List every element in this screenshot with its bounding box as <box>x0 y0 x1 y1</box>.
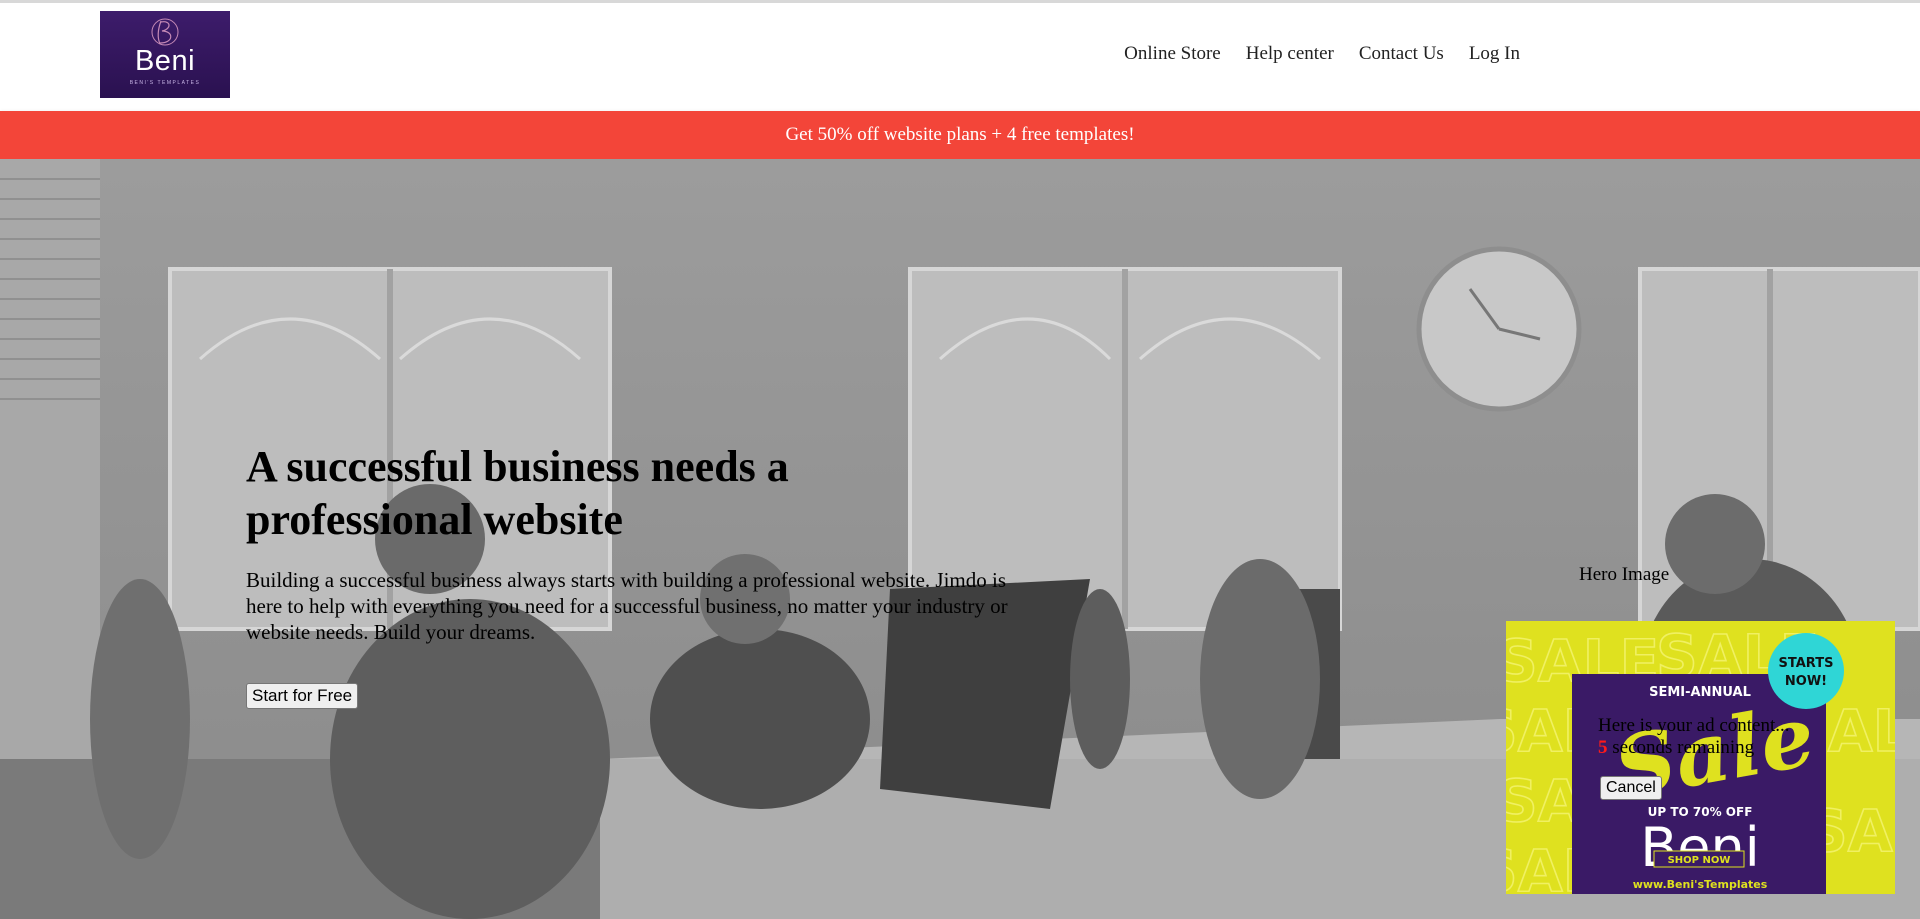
ad-overlay-text: Here is your ad content... 5 seconds rem… <box>1598 715 1790 759</box>
logo-monogram-icon <box>151 18 179 46</box>
ad-countdown-value: 5 <box>1598 737 1608 758</box>
nav-contact-us[interactable]: Contact Us <box>1359 43 1444 65</box>
ad-countdown: 5 seconds remaining <box>1598 737 1790 759</box>
nav-online-store[interactable]: Online Store <box>1124 43 1221 65</box>
ad-brand: Beni <box>1640 816 1760 879</box>
nav-help-center[interactable]: Help center <box>1246 43 1334 65</box>
main-nav: Online Store Help center Contact Us Log … <box>1124 43 1520 65</box>
ad-popup[interactable]: SALE SALE SALE SALE SALE SALE SALE START… <box>1506 621 1895 894</box>
brand-logo[interactable]: Beni BENI'S TEMPLATES <box>100 11 230 98</box>
ad-countdown-text: seconds remaining <box>1612 737 1755 758</box>
hero-image-alt-text: Hero Image <box>1579 564 1670 585</box>
brand-subtitle: BENI'S TEMPLATES <box>129 80 201 86</box>
ad-badge-line2: NOW! <box>1785 674 1827 689</box>
hero-title: A successful business needs a profession… <box>246 442 789 544</box>
ad-url: www.Beni'sTemplates <box>1633 878 1768 891</box>
nav-log-in[interactable]: Log In <box>1469 43 1520 65</box>
promo-banner[interactable]: Get 50% off website plans + 4 free templ… <box>0 111 1920 159</box>
start-for-free-button[interactable]: Start for Free <box>246 683 359 709</box>
ad-shop-now: SHOP NOW <box>1668 855 1731 866</box>
ad-badge-line1: STARTS <box>1779 656 1834 671</box>
brand-name: Beni <box>134 45 196 77</box>
hero-description: Building a successful business always st… <box>246 568 1008 644</box>
ad-cancel-button[interactable]: Cancel <box>1600 776 1662 800</box>
site-header: Beni BENI'S TEMPLATES Online Store Help … <box>0 3 1920 111</box>
ad-content-text: Here is your ad content... <box>1598 715 1790 736</box>
